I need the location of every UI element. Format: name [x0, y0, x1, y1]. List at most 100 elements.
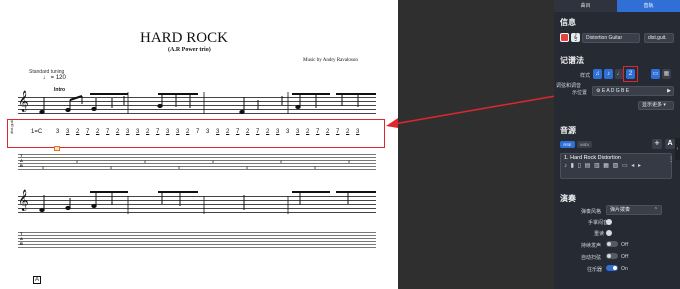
tab-fret-number: 0 — [178, 165, 181, 170]
rhythm-radio[interactable] — [606, 230, 612, 236]
vibrato-value: Off — [621, 254, 629, 260]
sustain-toggle[interactable] — [606, 241, 618, 247]
number-note: 3 — [206, 129, 210, 135]
number-note: 7 — [336, 129, 340, 135]
inspector-panel: 曲目 音轨 信息 𝄞 Distortion Guitar dist.guit. … — [554, 0, 680, 289]
number-note: 7 — [236, 129, 240, 135]
tab-fret-number: 0 — [144, 159, 147, 164]
amp-value: On — [621, 266, 629, 272]
number-note: 3 — [166, 129, 170, 135]
number-note: 2 — [76, 129, 80, 135]
number-note: 2 — [306, 129, 310, 135]
notation-heading: 记谱法 — [560, 56, 584, 65]
number-note: 2 — [96, 129, 100, 135]
number-note: 7 — [316, 129, 320, 135]
play-icon: ▶ — [667, 88, 671, 94]
panel-tabs: 曲目 音轨 — [554, 0, 680, 12]
show-more-button[interactable]: 显示更多 ▾ — [638, 101, 674, 110]
amp-toggle[interactable] — [606, 265, 618, 271]
track-color-swatch[interactable] — [560, 33, 569, 42]
number-note: 3 — [126, 129, 130, 135]
number-note: 7 — [106, 129, 110, 135]
tab-song[interactable]: 曲目 — [554, 0, 617, 12]
number-note: 3 — [56, 129, 60, 135]
show-more-label: 显示更多 — [642, 102, 663, 108]
tuning-select[interactable]: ⚙ E A D G B E ▶ — [592, 86, 674, 96]
number-note: 2 — [116, 129, 120, 135]
strum-label: 弹奏风格 — [581, 209, 602, 215]
number-note: 3 — [276, 129, 280, 135]
number-note: 3 — [176, 129, 180, 135]
tab-fret-number: 0 — [348, 159, 351, 164]
number-note: 2 — [266, 129, 270, 135]
number-note: 3 — [216, 129, 220, 135]
more-icon[interactable]: ⋮ — [668, 156, 674, 163]
automation-button[interactable]: A — [665, 139, 675, 149]
score-subtitle: (A.R Power trio) — [168, 47, 211, 53]
number-note: 2 — [326, 129, 330, 135]
collapse-tab[interactable]: › — [675, 138, 680, 160]
number-note: 2 — [146, 129, 150, 135]
sound-track-card[interactable]: 1. Hard Rock Distortion ♪ ▮ ▯ ▤ ▥ ▦ ▧ ▭ … — [560, 153, 672, 179]
tab-fret-number: 0 — [246, 165, 249, 170]
sustain-label: 持续发声 — [581, 243, 602, 249]
cursor-marker[interactable] — [54, 146, 60, 151]
play-heading: 演奏 — [560, 194, 576, 203]
track-abbr-input[interactable]: dist.guit. — [644, 33, 674, 43]
composer-credit: Music by Andry Ravaloson — [303, 58, 358, 63]
midi-tab[interactable]: MIDI — [577, 141, 592, 148]
tuning-label: 调弦和调音 — [556, 83, 582, 89]
vibrato-label: 自动扫弦 — [581, 255, 602, 261]
workspace-gap — [398, 0, 554, 289]
score-page: HARD ROCK (A.R Power trio) Music by Andr… — [0, 0, 398, 289]
chevron-down-icon: ▾ — [662, 102, 666, 108]
number-note: 3 — [356, 129, 360, 135]
style-label: 样式 — [580, 73, 591, 79]
treble-clef-icon: 𝄞 — [18, 91, 29, 111]
track-name-input[interactable]: Distortion Guitar — [582, 33, 640, 43]
tab-fret-number: 0 — [314, 165, 317, 170]
tempo-value: = 120 — [50, 75, 66, 81]
rse-tab[interactable]: RSE — [560, 141, 575, 148]
instrument-abbr: dist.guit. — [9, 119, 14, 134]
number-note: 3 — [286, 129, 290, 135]
capo-label: 示位置 — [572, 90, 588, 96]
add-sound-button[interactable]: + — [652, 139, 662, 149]
tab-clef: T A B — [20, 153, 23, 168]
number-note: 7 — [196, 129, 200, 135]
number-note: 2 — [346, 129, 350, 135]
strum-value: 弹片拨奏 — [610, 207, 631, 213]
number-note: 3 — [66, 129, 70, 135]
number-note: 7 — [256, 129, 260, 135]
grid-view-button[interactable]: ▦ — [662, 69, 671, 79]
hand-mute-radio[interactable] — [606, 219, 612, 225]
standard-notation-button[interactable]: ♫ — [593, 69, 602, 79]
tab-fret-number: 0 — [42, 165, 45, 170]
tab-fret-number: 0 — [76, 159, 79, 164]
tab-fret-number: 0 — [280, 159, 283, 164]
key-label: 1=C — [31, 129, 43, 135]
chevron-updown-icon: ⌃ — [653, 207, 658, 213]
score-title: HARD ROCK — [140, 30, 228, 46]
strum-select[interactable]: 弹片拨奏 ⌃ — [606, 205, 662, 215]
tab-fret-number: 0 — [110, 165, 113, 170]
tab-view-button[interactable]: ▭ — [651, 69, 660, 79]
tab-fret-number: 0 — [212, 159, 215, 164]
notes-measure-group — [39, 92, 376, 115]
tab-track[interactable]: 音轨 — [617, 0, 680, 12]
number-note: 7 — [86, 129, 90, 135]
sound-track-name: 1. Hard Rock Distortion — [564, 155, 621, 161]
sustain-value: Off — [621, 242, 629, 248]
slash-notation-button[interactable]: ♪ — [604, 69, 613, 79]
amp-label: 往乐器 — [587, 267, 603, 273]
rehearsal-mark: A — [33, 276, 41, 284]
sound-heading: 音源 — [560, 126, 576, 135]
numbered-notation-row[interactable]: dist.guit. 1=C 3327272332733273327272333… — [0, 116, 398, 151]
notes-measure-group — [39, 191, 376, 214]
tab-clef: T A B — [20, 231, 23, 246]
sound-controls: ♪ ▮ ▯ ▤ ▥ ▦ ▧ ▭ ◂ ▸ — [564, 163, 642, 169]
vibrato-toggle[interactable] — [606, 253, 618, 259]
number-note: 3 — [136, 129, 140, 135]
tempo-marking: ♩ = 120 — [43, 75, 66, 81]
numbered-notation-highlight — [623, 66, 638, 82]
